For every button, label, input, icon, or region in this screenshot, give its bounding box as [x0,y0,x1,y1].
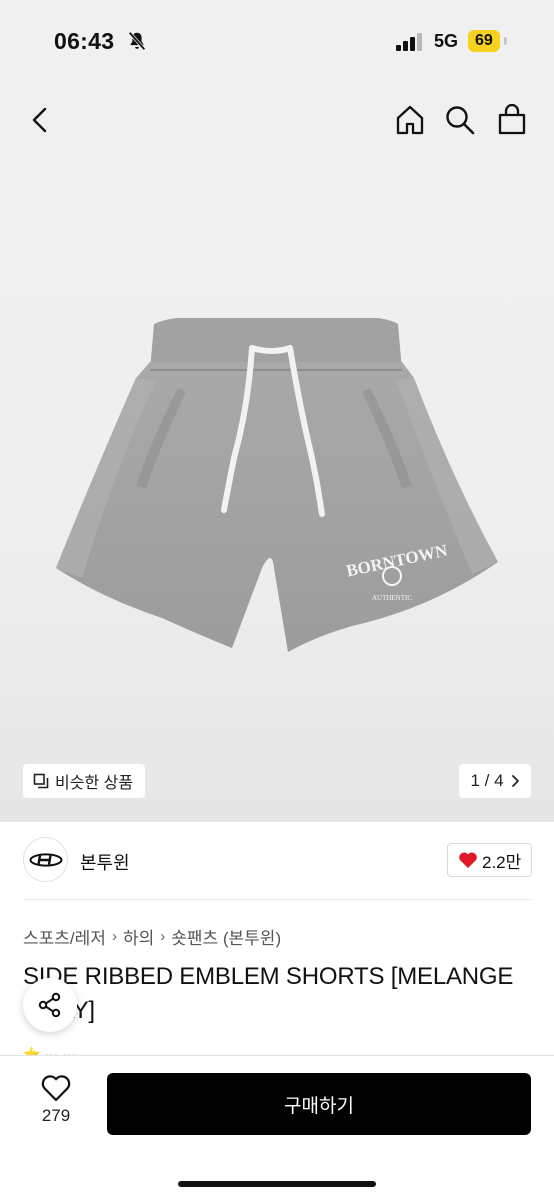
brand-logo-mark [29,852,62,867]
image-pager-count: 1 / 4 [470,771,504,790]
copy-icon [33,773,49,789]
similar-products-button[interactable]: 비슷한 상품 [23,764,146,798]
chevron-left-icon [32,107,47,133]
brand-like-button[interactable]: 2.2만 [447,843,533,877]
shorts-print-sub: AUTHENTIC [372,594,412,602]
chevron-right-icon: › [160,928,166,945]
product-title: SIDE RIBBED EMBLEM SHORTS [MELANGE GRAY] [23,963,514,1024]
chevron-right-icon: › [111,928,117,945]
battery-tip [504,37,507,45]
share-icon [38,992,61,1018]
breadcrumb-item-category[interactable]: 스포츠/레저 [23,924,106,949]
product-gallery[interactable]: 06:43 5G 69 BORNTOWN AUTHENTIC 비슷한 상품 1 … [0,0,554,822]
share-button[interactable] [23,978,77,1032]
shopping-bag-icon [498,104,526,135]
similar-products-label: 비슷한 상품 [55,775,134,792]
product-shorts-image: BORNTOWN AUTHENTIC [56,318,498,652]
status-time: 06:43 [54,28,115,54]
back-button[interactable] [20,100,60,140]
status-bar: 06:43 5G 69 [0,0,554,84]
breadcrumb-item-subcategory[interactable]: 하의 [123,924,154,949]
signal-icon [396,33,422,51]
brand-logo[interactable] [23,837,68,882]
search-icon [446,106,475,135]
buy-button[interactable]: 구매하기 [107,1073,531,1135]
silent-bell-icon [128,31,146,51]
network-type: 5G [434,31,459,51]
search-button[interactable] [440,100,480,140]
brand-name[interactable]: 본투윈 [80,849,130,875]
chevron-right-icon [511,775,519,787]
home-button[interactable] [390,100,430,140]
wishlist-count: 279 [41,1106,71,1125]
battery-indicator: 69 [468,30,500,52]
image-pager[interactable]: 1 / 4 [459,764,531,798]
home-icon [396,105,424,135]
home-indicator [178,1181,376,1187]
cart-button[interactable] [492,100,532,140]
heart-outline-icon [41,1075,71,1102]
breadcrumb: 스포츠/레저 › 하의 › 숏팬츠 (본투윈) [23,924,281,949]
breadcrumb-item-leaf[interactable]: 숏팬츠 (본투윈) [171,924,281,949]
wishlist-button[interactable]: 279 [30,1074,82,1134]
top-navigation [0,94,554,146]
heart-filled-icon [459,852,477,868]
divider [23,899,531,900]
brand-like-count: 2.2만 [482,852,522,872]
